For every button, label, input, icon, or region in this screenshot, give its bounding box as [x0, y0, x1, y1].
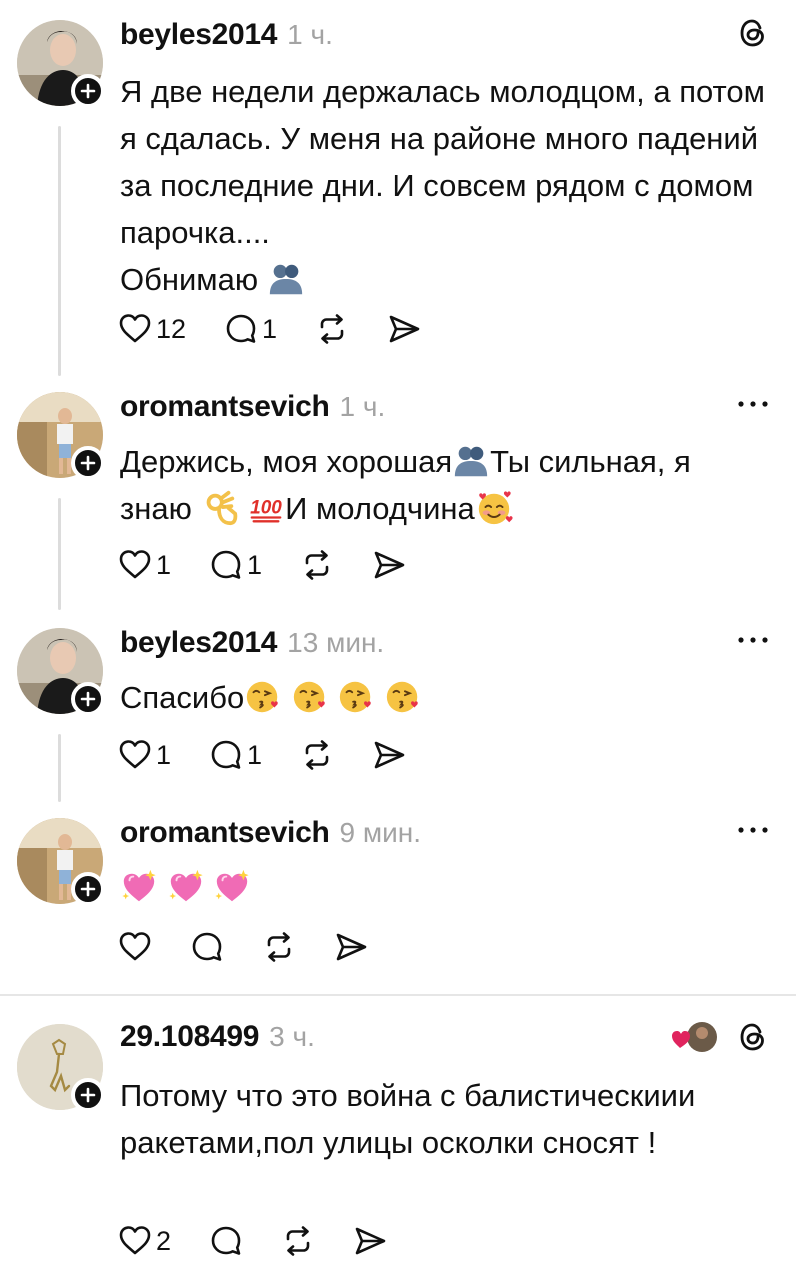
post-text: Спасибо [120, 674, 770, 721]
send-icon [372, 738, 406, 772]
heart-icon [118, 1224, 152, 1258]
more-icon[interactable] [736, 398, 770, 410]
thread-line [58, 126, 61, 376]
kissing-face-emoji [337, 678, 375, 716]
kissing-face-emoji [244, 678, 282, 716]
reply-button[interactable]: 1 [224, 312, 277, 346]
threads-logo-icon [736, 1020, 770, 1054]
post-text-part: Потому что это война с балистическиии ра… [120, 1078, 696, 1160]
post-text-part: Обнимаю [120, 262, 259, 297]
reply-count: 1 [262, 313, 278, 344]
follow-plus-icon[interactable] [71, 74, 105, 108]
post-text-part: И молодчина [285, 491, 475, 526]
share-button[interactable] [353, 1224, 387, 1258]
repost-button[interactable] [300, 548, 334, 582]
thread-post: 29.108499 3 ч. Потому что это война с ба… [0, 996, 796, 1280]
like-button[interactable]: 12 [118, 312, 186, 346]
repost-button[interactable] [315, 312, 349, 346]
repost-icon [281, 1224, 315, 1258]
reply-button[interactable] [209, 1224, 243, 1258]
send-icon [353, 1224, 387, 1258]
repost-icon [300, 738, 334, 772]
like-button[interactable]: 2 [118, 1224, 171, 1258]
like-count: 2 [156, 1225, 172, 1256]
share-button[interactable] [334, 930, 368, 964]
follow-plus-icon[interactable] [71, 1078, 105, 1112]
liker-avatars[interactable] [672, 1020, 718, 1054]
username[interactable]: 29.108499 [120, 1020, 259, 1054]
post-time: 3 ч. [269, 1021, 315, 1052]
repost-icon [300, 548, 334, 582]
ok-hand-emoji [200, 489, 238, 527]
heart-icon [118, 312, 152, 346]
like-count: 1 [156, 739, 172, 770]
heart-icon [118, 930, 152, 964]
repost-button[interactable] [281, 1224, 315, 1258]
thread-line [58, 498, 61, 610]
sparkling-heart-emoji [167, 868, 205, 906]
username[interactable]: beyles2014 [120, 18, 277, 52]
post-text: Потому что это война с балистическиии ра… [120, 1072, 740, 1166]
share-button[interactable] [387, 312, 421, 346]
heart-icon [118, 738, 152, 772]
send-icon [334, 930, 368, 964]
share-button[interactable] [372, 738, 406, 772]
thread-line [58, 734, 61, 802]
like-count: 1 [156, 549, 172, 580]
post-text: Держись, моя хорошая Ты сильная, я знаю И… [120, 438, 770, 532]
repost-button[interactable] [262, 930, 296, 964]
repost-button[interactable] [300, 738, 334, 772]
reply-count: 1 [247, 549, 263, 580]
follow-plus-icon[interactable] [71, 872, 105, 906]
send-icon [372, 548, 406, 582]
smiling-face-with-hearts-emoji [475, 489, 513, 527]
more-icon[interactable] [736, 824, 770, 836]
follow-plus-icon[interactable] [71, 682, 105, 716]
like-button[interactable]: 1 [118, 738, 171, 772]
follow-plus-icon[interactable] [71, 446, 105, 480]
hugging-people-emoji [452, 442, 490, 480]
username[interactable]: beyles2014 [120, 626, 277, 660]
reply-button[interactable] [190, 930, 224, 964]
sparkling-heart-emoji [120, 868, 158, 906]
post-text-part: Держись, моя хорошая [120, 444, 453, 479]
repost-icon [262, 930, 296, 964]
heart-icon [118, 548, 152, 582]
thread-post: beyles2014 1 ч. Я две недели держалась м… [0, 0, 796, 380]
kissing-face-emoji [384, 678, 422, 716]
post-text-part: Спасибо [120, 680, 245, 715]
threads-logo-icon [736, 16, 770, 50]
thread-post: oromantsevich 9 мин. [0, 806, 796, 994]
post-text: Я две недели держалась молодцом, а потом… [120, 68, 770, 303]
send-icon [387, 312, 421, 346]
reply-button[interactable]: 1 [209, 738, 262, 772]
thread-post: oromantsevich 1 ч. Держись, моя хорошая Т… [0, 380, 796, 616]
post-text-part: Я две недели держалась молодцом, а потом… [120, 74, 765, 250]
reply-icon [209, 738, 243, 772]
reply-count: 1 [247, 739, 263, 770]
username[interactable]: oromantsevich [120, 816, 330, 850]
post-time: 9 мин. [339, 817, 421, 848]
like-count: 12 [156, 313, 187, 344]
thread-post: beyles2014 13 мин. Спасибо 1 1 [0, 616, 796, 806]
sparkling-heart-emoji [213, 868, 251, 906]
post-time: 1 ч. [287, 19, 333, 50]
share-button[interactable] [372, 548, 406, 582]
reply-icon [190, 930, 224, 964]
reply-icon [209, 548, 243, 582]
hundred-points-emoji [247, 489, 285, 527]
username[interactable]: oromantsevich [120, 390, 330, 424]
reply-icon [224, 312, 258, 346]
reply-button[interactable]: 1 [209, 548, 262, 582]
repost-icon [315, 312, 349, 346]
kissing-face-emoji [291, 678, 329, 716]
post-time: 13 мин. [287, 627, 385, 658]
like-button[interactable] [118, 930, 152, 964]
reply-icon [209, 1224, 243, 1258]
hugging-people-emoji [267, 260, 305, 298]
more-icon[interactable] [736, 634, 770, 646]
post-time: 1 ч. [339, 391, 386, 422]
like-button[interactable]: 1 [118, 548, 171, 582]
post-text [120, 864, 770, 911]
